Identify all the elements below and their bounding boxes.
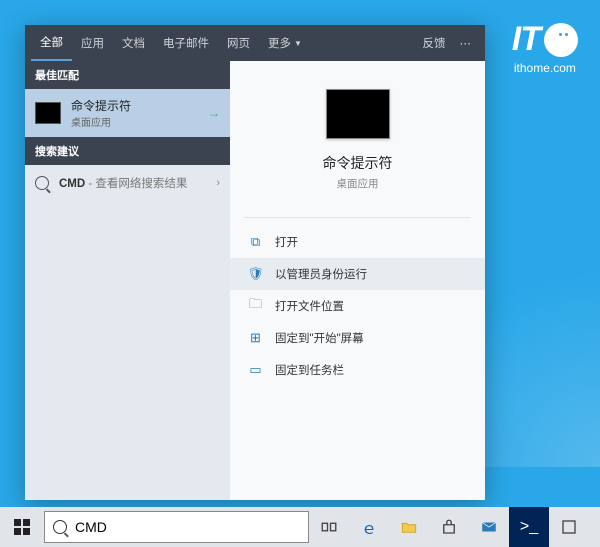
action-run-as-admin[interactable]: 🛡 以管理员身份运行: [230, 258, 485, 290]
watermark: IT ithome.com: [512, 20, 578, 75]
preview-subtitle: 桌面应用: [337, 176, 379, 191]
search-header: 全部 应用 文档 电子邮件 网页 更多▼ 反馈 ⋯: [25, 25, 485, 61]
chevron-down-icon: ▼: [294, 39, 302, 48]
search-suggestion[interactable]: CMD - 查看网络搜索结果 ›: [25, 165, 230, 201]
start-button[interactable]: [0, 507, 44, 547]
tab-all[interactable]: 全部: [31, 25, 72, 61]
suggestion-hint: - 查看网络搜索结果: [85, 178, 187, 190]
action-open[interactable]: ⧉ 打开: [230, 226, 485, 258]
taskbar-app-store[interactable]: [429, 507, 469, 547]
pin-start-icon: ⊞: [248, 331, 263, 346]
action-pin-to-start[interactable]: ⊞ 固定到"开始"屏幕: [230, 322, 485, 354]
divider: [244, 217, 471, 218]
preview-column: 命令提示符 桌面应用 ⧉ 打开 🛡 以管理员身份运行 🗀 打开文件位置: [230, 61, 485, 500]
pin-taskbar-icon: ▭: [248, 363, 263, 378]
admin-icon: 🛡: [248, 267, 263, 282]
folder-icon: 🗀: [248, 299, 263, 314]
preview-app-icon: [326, 89, 390, 139]
tab-web[interactable]: 网页: [218, 25, 259, 61]
suggestion-query: CMD: [59, 178, 85, 190]
options-icon[interactable]: ⋯: [460, 36, 472, 50]
taskbar-app-mail[interactable]: [469, 507, 509, 547]
action-list: ⧉ 打开 🛡 以管理员身份运行 🗀 打开文件位置 ⊞ 固定到"开始"屏幕 ▭: [230, 226, 485, 386]
tab-more[interactable]: 更多▼: [259, 25, 311, 61]
cmd-icon: [35, 102, 61, 124]
windows-logo-icon: [14, 519, 30, 535]
open-icon: ⧉: [248, 235, 263, 250]
result-title: 命令提示符: [71, 97, 198, 114]
preview-title: 命令提示符: [323, 153, 393, 173]
taskbar-app-generic[interactable]: [549, 507, 589, 547]
taskbar-search-input[interactable]: [75, 519, 300, 535]
taskbar-app-edge[interactable]: ｅ: [349, 507, 389, 547]
suggestions-header: 搜索建议: [25, 137, 230, 165]
task-view-button[interactable]: [309, 507, 349, 547]
search-icon: [53, 520, 67, 534]
action-open-file-location[interactable]: 🗀 打开文件位置: [230, 290, 485, 322]
chevron-right-icon: ›: [216, 177, 220, 189]
tab-email[interactable]: 电子邮件: [154, 25, 218, 61]
search-icon: [35, 176, 49, 190]
watermark-url: ithome.com: [512, 61, 578, 75]
feedback-link[interactable]: 反馈: [423, 35, 446, 51]
watermark-logo-icon: [544, 23, 578, 57]
taskbar-search[interactable]: [44, 511, 309, 543]
watermark-brand: IT: [512, 20, 540, 59]
best-match-result[interactable]: 命令提示符 桌面应用 →: [25, 89, 230, 137]
best-match-header: 最佳匹配: [25, 61, 230, 89]
action-pin-to-taskbar[interactable]: ▭ 固定到任务栏: [230, 354, 485, 386]
tab-docs[interactable]: 文档: [113, 25, 154, 61]
tab-apps[interactable]: 应用: [72, 25, 113, 61]
taskbar-app-powershell[interactable]: >_: [509, 507, 549, 547]
taskbar: ｅ >_: [0, 507, 600, 547]
search-panel: 全部 应用 文档 电子邮件 网页 更多▼ 反馈 ⋯ 最佳匹配 命令提示符 桌面应…: [25, 25, 485, 500]
results-column: 最佳匹配 命令提示符 桌面应用 → 搜索建议 CMD - 查看网络搜索结果 ›: [25, 61, 230, 500]
taskbar-app-explorer[interactable]: [389, 507, 429, 547]
result-subtitle: 桌面应用: [71, 114, 198, 129]
arrow-right-icon[interactable]: →: [208, 106, 220, 120]
